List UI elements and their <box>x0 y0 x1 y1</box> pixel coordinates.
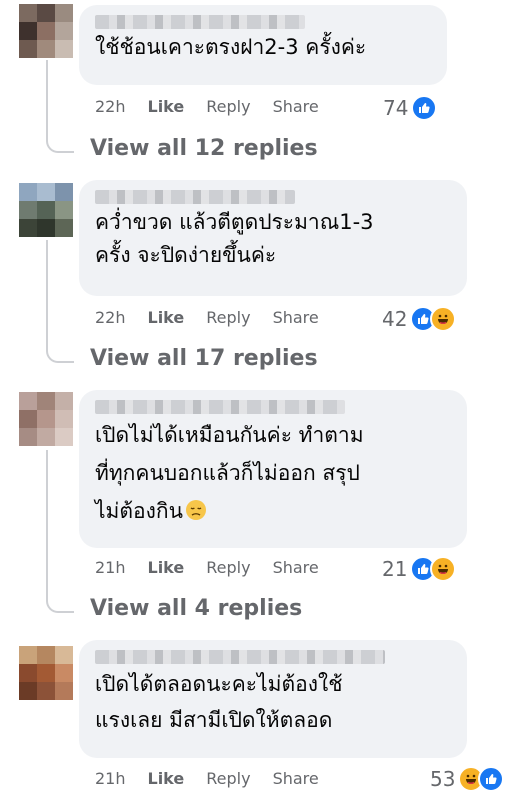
timestamp[interactable]: 21h <box>95 558 126 577</box>
comment-bubble: เปิดได้ตลอดนะคะไม่ต้องใช้ แรงเลย มีสามีเ… <box>79 640 467 758</box>
comment-text: ใช้ช้อนเคาะตรงฝา2-3 ครั้งค่ะ <box>95 35 367 59</box>
reaction-count: 53 <box>430 767 456 791</box>
haha-reaction-icon <box>430 306 457 332</box>
like-button[interactable]: Like <box>148 769 185 788</box>
timestamp[interactable]: 22h <box>95 308 126 327</box>
comment-text: เปิดไม่ได้เหมือนกันค่ะ ทำตาม ที่ทุกคนบอก… <box>95 416 451 530</box>
reaction-summary[interactable]: 74 <box>383 95 438 121</box>
reply-button[interactable]: Reply <box>206 769 250 788</box>
comment-text-body: เปิดไม่ได้เหมือนกันค่ะ ทำตาม ที่ทุกคนบอก… <box>95 423 364 523</box>
thread-connector <box>46 135 74 153</box>
view-replies-link[interactable]: View all 4 replies <box>90 596 302 621</box>
disappointed-face-icon <box>185 495 207 520</box>
reply-button[interactable]: Reply <box>206 308 250 327</box>
author-name[interactable] <box>95 650 385 664</box>
thread-connector <box>46 345 74 363</box>
comment-text: เปิดได้ตลอดนะคะไม่ต้องใช้ แรงเลย มีสามีเ… <box>95 672 343 732</box>
like-button[interactable]: Like <box>148 97 185 116</box>
timestamp[interactable]: 22h <box>95 97 126 116</box>
share-button[interactable]: Share <box>273 769 319 788</box>
like-reaction-icon <box>478 766 505 792</box>
reaction-count: 21 <box>382 557 408 581</box>
thread-line <box>46 450 48 600</box>
reaction-count: 74 <box>383 96 409 120</box>
avatar[interactable] <box>19 392 73 446</box>
share-button[interactable]: Share <box>273 97 319 116</box>
like-button[interactable]: Like <box>148 308 185 327</box>
view-replies-link[interactable]: View all 12 replies <box>90 136 318 161</box>
avatar[interactable] <box>19 183 73 237</box>
share-button[interactable]: Share <box>273 558 319 577</box>
haha-reaction-icon <box>430 556 457 582</box>
avatar[interactable] <box>19 646 73 700</box>
avatar[interactable] <box>19 4 73 58</box>
reaction-summary[interactable]: 53 <box>430 766 505 792</box>
comment-bubble: ใช้ช้อนเคาะตรงฝา2-3 ครั้งค่ะ <box>79 5 447 85</box>
like-button[interactable]: Like <box>148 558 185 577</box>
reaction-summary[interactable]: 21 <box>382 556 457 582</box>
thread-line <box>46 240 48 350</box>
timestamp[interactable]: 21h <box>95 769 126 788</box>
comment-actions: 21h Like Reply Share <box>95 558 341 577</box>
like-reaction-icon <box>411 95 438 121</box>
author-name[interactable] <box>95 190 295 204</box>
thread-line <box>46 60 48 140</box>
comment-actions: 22h Like Reply Share <box>95 308 341 327</box>
view-replies-link[interactable]: View all 17 replies <box>90 346 318 371</box>
comment-actions: 21h Like Reply Share <box>95 769 341 788</box>
thread-connector <box>46 595 74 613</box>
comment-bubble: คว่ำขวด แล้วตีตูดประมาณ1-3 ครั้ง จะปิดง่… <box>79 180 467 296</box>
reply-button[interactable]: Reply <box>206 558 250 577</box>
author-name[interactable] <box>95 15 305 29</box>
comment-text: คว่ำขวด แล้วตีตูดประมาณ1-3 ครั้ง จะปิดง่… <box>95 210 374 267</box>
comment-actions: 22h Like Reply Share <box>95 97 341 116</box>
reaction-count: 42 <box>382 307 408 331</box>
author-name[interactable] <box>95 400 345 414</box>
comment-bubble: เปิดไม่ได้เหมือนกันค่ะ ทำตาม ที่ทุกคนบอก… <box>79 390 467 548</box>
reaction-summary[interactable]: 42 <box>382 306 457 332</box>
reply-button[interactable]: Reply <box>206 97 250 116</box>
share-button[interactable]: Share <box>273 308 319 327</box>
